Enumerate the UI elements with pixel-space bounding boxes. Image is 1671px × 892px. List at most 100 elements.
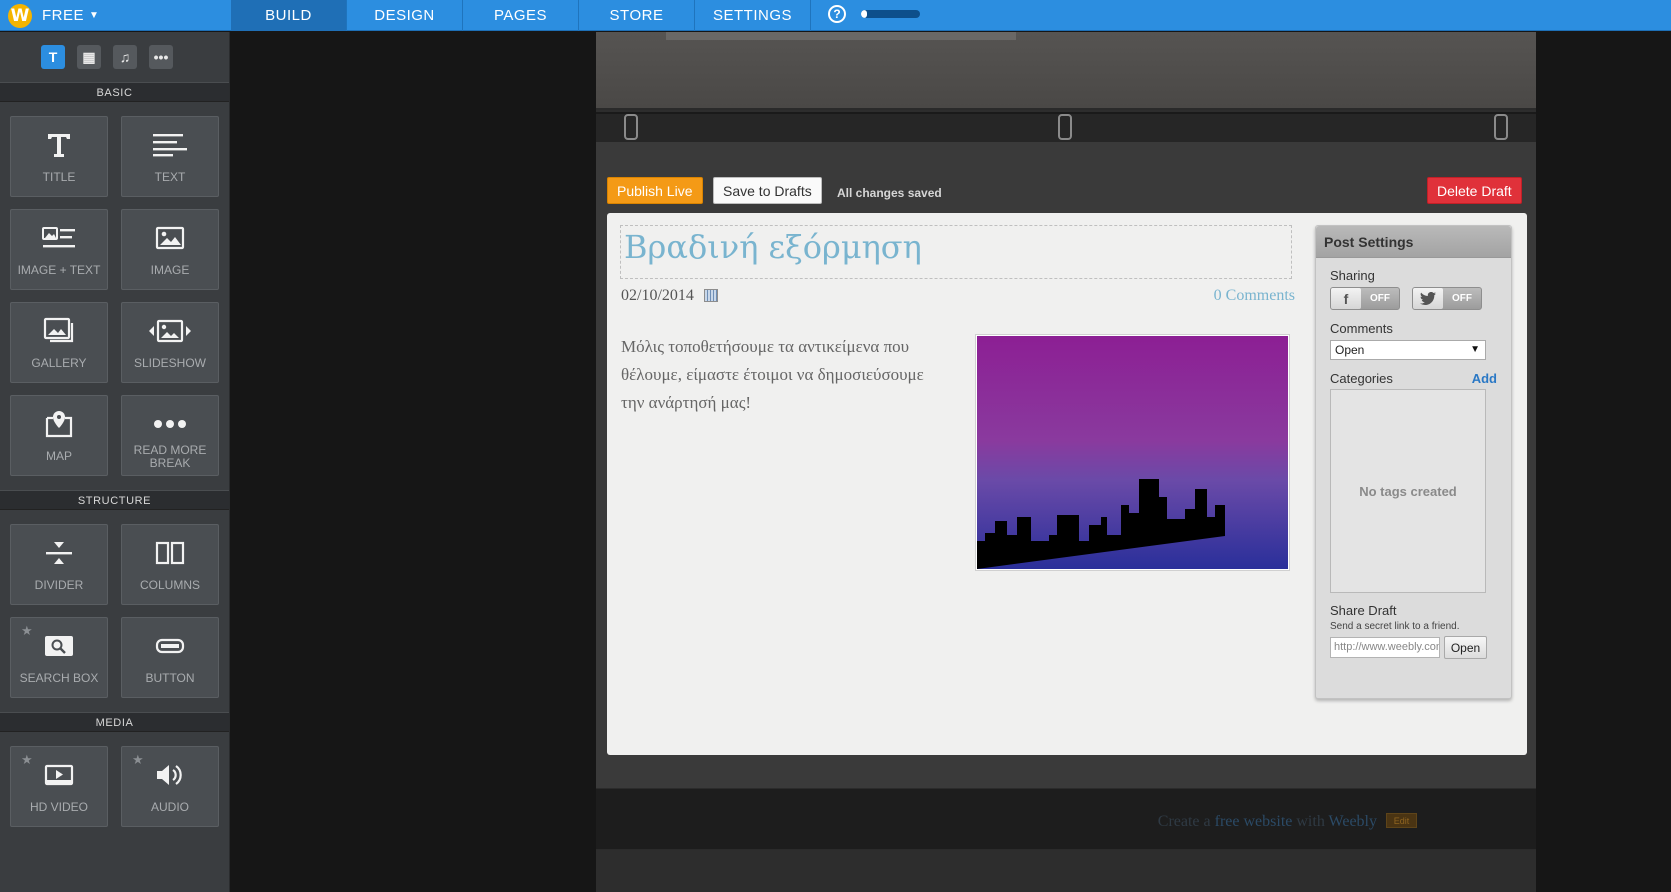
layout-icon[interactable]: ▦ <box>77 45 101 69</box>
section-structure: STRUCTURE <box>0 490 229 510</box>
video-icon <box>44 759 74 791</box>
element-label: COLUMNS <box>139 578 200 592</box>
chevron-down-icon: ▼ <box>89 10 99 21</box>
share-link-field[interactable]: http://www.weebly.com <box>1330 637 1440 658</box>
open-share-link-button[interactable]: Open <box>1444 636 1487 659</box>
element-label: DIVIDER <box>34 578 84 592</box>
element-label: AUDIO <box>150 800 189 814</box>
tab-design[interactable]: DESIGN <box>347 0 463 31</box>
decorative-rail <box>596 112 1536 142</box>
facebook-icon: f <box>1331 288 1361 309</box>
music-icon[interactable]: ♫ <box>113 45 137 69</box>
element-label: TITLE <box>42 170 76 184</box>
sharing-label: Sharing <box>1330 268 1375 283</box>
element-hd-video[interactable]: ★ HD VIDEO <box>10 746 108 827</box>
element-columns[interactable]: COLUMNS <box>121 524 219 605</box>
element-image-text[interactable]: IMAGE + TEXT <box>10 209 108 290</box>
element-label: READ MORE BREAK <box>133 443 207 470</box>
comments-select-value: Open <box>1335 343 1365 357</box>
post-title-field[interactable]: Βραδινή εξόρμηση <box>620 225 1292 279</box>
element-label: SEARCH BOX <box>19 671 99 685</box>
main-nav: BUILD DESIGN PAGES STORE SETTINGS <box>231 0 811 31</box>
element-label: BUTTON <box>145 671 195 685</box>
post-settings-header: Post Settings <box>1316 226 1511 258</box>
help-icon[interactable]: ? <box>828 5 846 23</box>
share-draft-label: Share Draft <box>1330 603 1397 618</box>
twitter-icon <box>1413 288 1443 309</box>
search-box-icon <box>44 630 74 662</box>
section-media: MEDIA <box>0 712 229 732</box>
element-read-more-break[interactable]: READ MORE BREAK <box>121 395 219 476</box>
categories-list[interactable]: No tags created <box>1330 389 1486 593</box>
audio-icon <box>155 759 185 791</box>
toggle-state: OFF <box>1452 293 1472 304</box>
save-status: All changes saved <box>837 186 942 200</box>
save-to-drafts-button[interactable]: Save to Drafts <box>713 177 822 204</box>
tab-store[interactable]: STORE <box>579 0 695 31</box>
top-bar: W FREE ▼ BUILD DESIGN PAGES STORE SETTIN… <box>0 0 1671 31</box>
element-search-box[interactable]: ★ SEARCH BOX <box>10 617 108 698</box>
image-text-icon <box>42 222 76 254</box>
element-label: TEXT <box>154 170 186 184</box>
more-icon[interactable]: ••• <box>149 45 173 69</box>
button-icon <box>155 630 185 662</box>
premium-star-icon: ★ <box>21 752 33 767</box>
element-text[interactable]: TEXT <box>121 116 219 197</box>
columns-icon <box>155 537 185 569</box>
plan-label: FREE <box>42 7 85 24</box>
element-button[interactable]: BUTTON <box>121 617 219 698</box>
blog-post-editor: Βραδινή εξόρμηση 02/10/2014 0 Comments Μ… <box>607 213 1527 755</box>
site-footer: Create a free website with Weebly Edit <box>596 788 1536 850</box>
calendar-icon[interactable] <box>704 289 718 302</box>
post-image[interactable] <box>975 334 1290 571</box>
facebook-sharing-toggle[interactable]: f OFF <box>1330 287 1400 310</box>
structure-elements: DIVIDER COLUMNS ★ SEARCH BOX BUTTON <box>0 510 229 712</box>
element-divider[interactable]: DIVIDER <box>10 524 108 605</box>
premium-star-icon: ★ <box>132 752 144 767</box>
element-image[interactable]: IMAGE <box>121 209 219 290</box>
plan-menu[interactable]: W FREE ▼ <box>0 0 230 31</box>
element-label: IMAGE + TEXT <box>17 263 101 277</box>
toggle-state: OFF <box>1370 293 1390 304</box>
text-icon[interactable]: T <box>41 45 65 69</box>
element-title[interactable]: TITLE <box>10 116 108 197</box>
slideshow-icon <box>148 315 192 347</box>
element-label: IMAGE <box>150 263 190 277</box>
element-label: MAP <box>45 449 72 463</box>
tab-pages[interactable]: PAGES <box>463 0 579 31</box>
divider-icon <box>44 537 74 569</box>
categories-label: Categories <box>1330 371 1393 386</box>
element-map[interactable]: MAP <box>10 395 108 476</box>
sidebar-toolbar: T ▦ ♫ ••• <box>0 32 229 82</box>
chevron-down-icon: ▼ <box>1470 344 1480 355</box>
gallery-icon <box>43 315 75 347</box>
footer-edit-button[interactable]: Edit <box>1386 813 1417 828</box>
comments-select[interactable]: Open ▼ <box>1330 340 1486 360</box>
element-slideshow[interactable]: SLIDESHOW <box>121 302 219 383</box>
element-label: SLIDESHOW <box>133 356 206 370</box>
setup-progress-bar <box>861 10 920 18</box>
add-category-link[interactable]: Add <box>1472 371 1497 386</box>
image-icon <box>155 222 185 254</box>
post-body[interactable]: Μόλις τοποθετήσουμε τα αντικείμενα που θ… <box>621 333 941 417</box>
title-icon <box>46 129 72 161</box>
comments-link[interactable]: 0 Comments <box>1214 287 1295 305</box>
post-date[interactable]: 02/10/2014 <box>621 287 694 305</box>
weebly-footer-link[interactable]: Create a free website with Weebly <box>1158 813 1415 831</box>
weebly-logo: W <box>8 3 32 28</box>
element-gallery[interactable]: GALLERY <box>10 302 108 383</box>
media-elements: ★ HD VIDEO ★ AUDIO <box>0 732 229 841</box>
map-pin-icon <box>44 408 74 440</box>
delete-draft-button[interactable]: Delete Draft <box>1427 177 1522 204</box>
empty-tags-text: No tags created <box>1359 483 1457 499</box>
element-audio[interactable]: ★ AUDIO <box>121 746 219 827</box>
element-label: GALLERY <box>31 356 87 370</box>
tab-settings[interactable]: SETTINGS <box>695 0 811 31</box>
basic-elements: TITLE TEXT IMAGE + TEXT IMAGE GALLERY SL… <box>0 102 229 490</box>
section-basic: BASIC <box>0 82 229 102</box>
publish-live-button[interactable]: Publish Live <box>607 177 703 204</box>
post-title[interactable]: Βραδινή εξόρμηση <box>624 228 922 266</box>
tab-build[interactable]: BUILD <box>231 0 347 31</box>
twitter-sharing-toggle[interactable]: OFF <box>1412 287 1482 310</box>
progress-fill <box>861 10 867 18</box>
